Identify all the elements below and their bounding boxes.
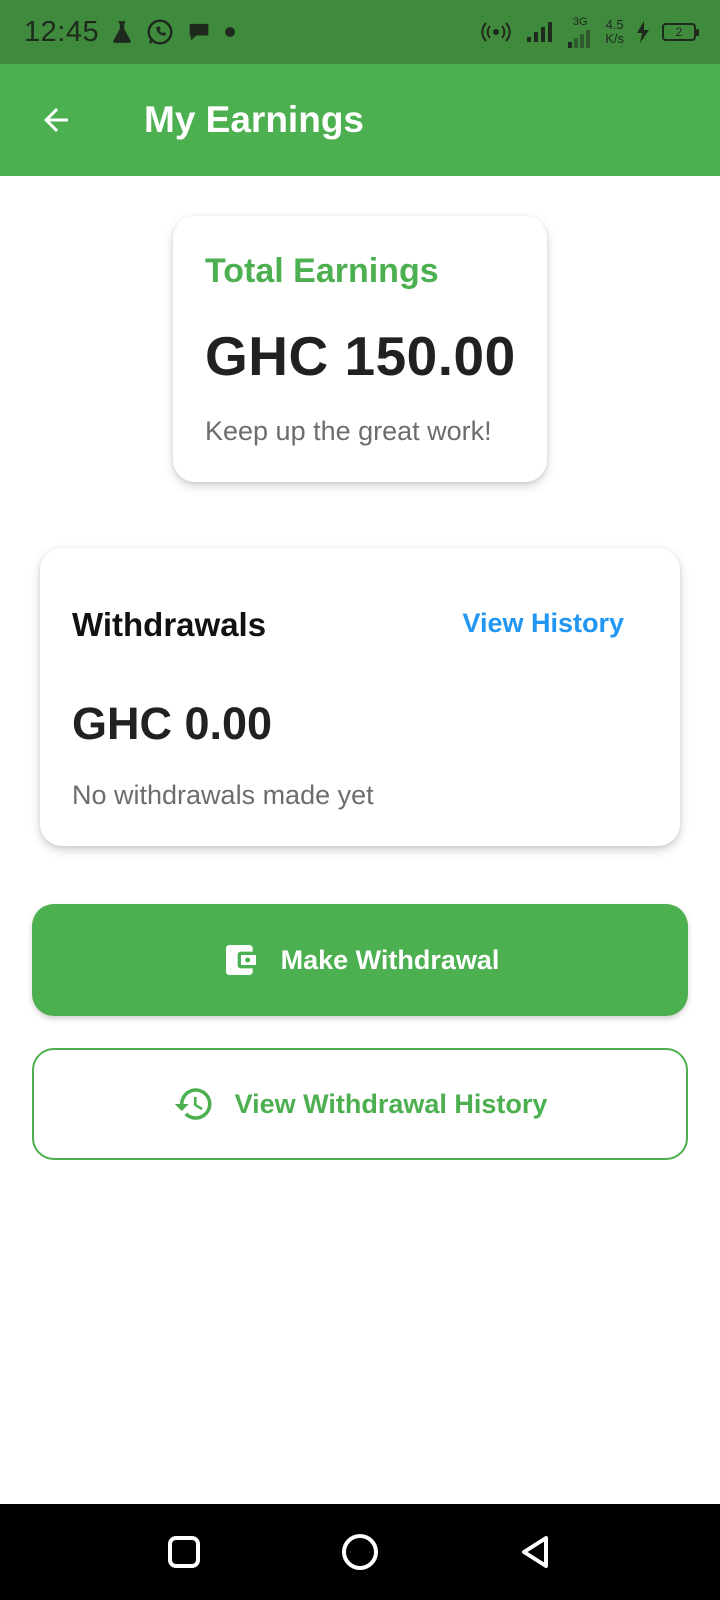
page-title: My Earnings [144, 99, 364, 140]
net-speed-unit: K/s [605, 31, 624, 46]
total-earnings-card: Total Earnings GHC 150.00 Keep up the gr… [173, 216, 547, 482]
make-withdrawal-label: Make Withdrawal [280, 944, 500, 975]
back-button[interactable] [28, 92, 84, 148]
view-withdrawal-history-button[interactable]: View Withdrawal History [32, 1048, 688, 1160]
triangle-back-icon [522, 1536, 548, 1568]
whatsapp-icon [147, 19, 173, 45]
system-navigation-bar [0, 1504, 720, 1600]
status-time: 12:45 [24, 15, 100, 48]
history-icon [173, 1083, 215, 1125]
total-earnings-label: Total Earnings [205, 252, 439, 290]
app-bar: My Earnings [0, 64, 720, 176]
withdrawals-title: Withdrawals [72, 606, 267, 643]
back-nav-button[interactable] [512, 1528, 560, 1576]
make-withdrawal-button[interactable]: Make Withdrawal [32, 904, 688, 1016]
view-history-link[interactable]: View History [462, 608, 624, 639]
chat-bubble-icon [189, 23, 209, 41]
flask-icon [113, 21, 131, 43]
notification-dot-icon [225, 27, 235, 37]
total-earnings-amount: GHC 150.00 [205, 325, 516, 387]
signal-icon-secondary [568, 29, 591, 48]
battery-level: 2 [675, 25, 683, 39]
circle-icon [342, 1534, 378, 1570]
square-icon [168, 1536, 200, 1568]
net-speed: 4.5 K/s [605, 18, 624, 46]
wallet-icon [221, 940, 261, 980]
recents-button[interactable] [160, 1528, 208, 1576]
hotspot-icon [481, 22, 511, 42]
signal-icon [527, 22, 553, 42]
status-bar: 12:45 3G 4.5 K/s 2 [0, 0, 720, 64]
withdrawals-amount: GHC 0.00 [72, 698, 273, 749]
arrow-back-icon [44, 108, 68, 132]
withdrawals-message: No withdrawals made yet [72, 780, 374, 810]
earnings-message: Keep up the great work! [205, 416, 492, 446]
view-withdrawal-history-label: View Withdrawal History [234, 1088, 548, 1119]
charging-icon [637, 21, 649, 43]
withdrawals-card: Withdrawals View History GHC 0.00 No wit… [40, 548, 680, 846]
network-type-label: 3G [572, 15, 588, 28]
home-button[interactable] [336, 1528, 384, 1576]
battery-icon: 2 [662, 23, 699, 41]
net-speed-value: 4.5 [605, 17, 624, 32]
